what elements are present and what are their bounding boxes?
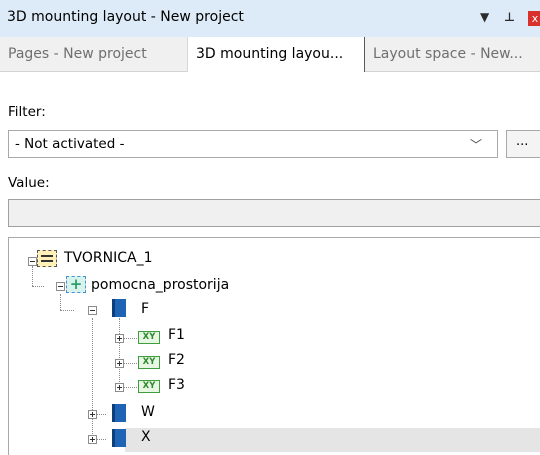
tab-layout-space[interactable]: Layout space - New...: [373, 37, 523, 72]
tree-node-location[interactable]: pomocna_prostorija: [91, 277, 229, 293]
window-title: 3D mounting layout - New project: [7, 9, 244, 25]
tab-pages[interactable]: Pages - New project: [8, 37, 147, 72]
collapse-toggle[interactable]: [56, 282, 65, 291]
tab-strip: Pages - New project 3D mounting layou...…: [0, 37, 540, 72]
filter-dropdown[interactable]: - Not activated - ﹀: [8, 130, 498, 158]
close-icon[interactable]: x: [528, 11, 540, 26]
plant-icon: [37, 250, 57, 267]
xy-icon: XY: [138, 331, 160, 344]
title-bar: 3D mounting layout - New project ▼ ⊥ x: [0, 0, 540, 37]
tree-node-f2[interactable]: F2: [168, 352, 185, 368]
value-label: Value:: [8, 175, 50, 191]
tree-connector: [119, 318, 120, 390]
xy-icon: XY: [138, 356, 160, 369]
tree-connector: [92, 318, 93, 440]
tree-connector: [60, 310, 74, 311]
pin-icon[interactable]: ⊥: [504, 10, 515, 24]
book-icon: [112, 429, 126, 447]
book-icon: [112, 404, 126, 422]
tree-node-f1[interactable]: F1: [168, 327, 185, 343]
collapse-toggle[interactable]: [88, 306, 97, 315]
tab-3d-mounting-layout[interactable]: 3D mounting layou...: [187, 37, 365, 72]
value-field[interactable]: [8, 199, 540, 227]
expand-toggle[interactable]: [88, 410, 97, 419]
filter-label: Filter:: [8, 104, 46, 120]
filter-selected-value: - Not activated -: [15, 136, 125, 152]
tree-connector: [32, 286, 44, 287]
selected-row-highlight: [125, 428, 540, 452]
tree-node-root[interactable]: TVORNICA_1: [64, 250, 153, 266]
expand-toggle[interactable]: [115, 383, 124, 392]
tree-node-f[interactable]: F: [141, 301, 149, 317]
xy-icon: XY: [138, 380, 160, 393]
tree-node-w[interactable]: W: [141, 404, 155, 420]
expand-toggle[interactable]: [115, 359, 124, 368]
tree-connector: [60, 294, 61, 310]
triangle-down-icon[interactable]: ▼: [480, 10, 489, 24]
tree-connector: [32, 266, 33, 286]
book-icon: [112, 299, 126, 317]
tree-node-x[interactable]: X: [141, 429, 151, 445]
expand-toggle[interactable]: [115, 334, 124, 343]
tree-view[interactable]: [8, 237, 540, 455]
location-icon: +: [66, 275, 86, 293]
tree-node-f3[interactable]: F3: [168, 377, 185, 393]
chevron-down-icon: ﹀: [470, 138, 483, 152]
filter-more-button[interactable]: ...: [506, 130, 540, 158]
collapse-toggle[interactable]: [28, 257, 37, 266]
expand-toggle[interactable]: [88, 435, 97, 444]
